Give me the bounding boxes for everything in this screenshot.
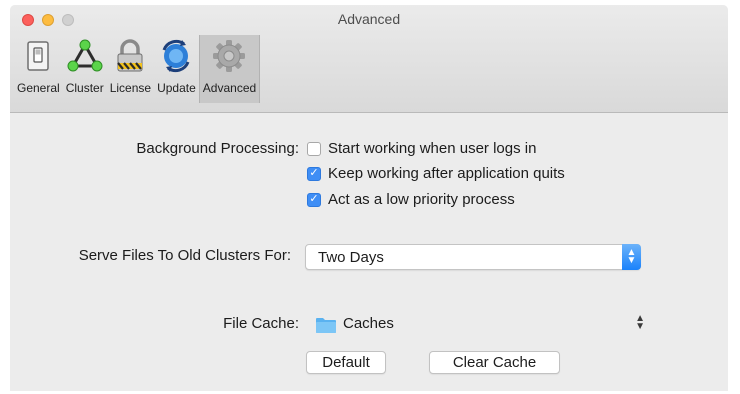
tab-general[interactable]: General bbox=[14, 35, 63, 103]
serve-files-popup[interactable]: Two Days ▲ ▼ bbox=[305, 244, 641, 270]
start-on-login-checkbox[interactable] bbox=[307, 141, 321, 156]
low-priority-checkbox[interactable]: ✓ bbox=[307, 192, 321, 207]
tab-cluster[interactable]: Cluster bbox=[63, 35, 107, 103]
tab-license-label: License bbox=[109, 81, 152, 95]
popup-arrows-icon: ▲ ▼ bbox=[622, 244, 641, 270]
tab-advanced-label: Advanced bbox=[202, 81, 257, 95]
preferences-toolbar: General Cluster License Update Advanced bbox=[14, 35, 261, 107]
file-cache-label: File Cache: bbox=[223, 315, 299, 332]
default-button[interactable]: Default bbox=[306, 351, 386, 374]
file-cache-path-popup[interactable]: Caches ▲ ▼ bbox=[313, 314, 645, 336]
chevron-updown-icon: ▲ ▼ bbox=[635, 313, 645, 332]
keep-working-option[interactable]: ✓ Keep working after application quits bbox=[307, 165, 565, 182]
globe-refresh-icon bbox=[157, 37, 195, 75]
folder-icon bbox=[315, 316, 337, 339]
tab-general-label: General bbox=[17, 81, 60, 95]
tab-advanced[interactable]: Advanced bbox=[198, 35, 261, 103]
serve-files-label: Serve Files To Old Clusters For: bbox=[78, 247, 291, 264]
keep-working-checkbox[interactable]: ✓ bbox=[307, 166, 321, 181]
start-on-login-option[interactable]: Start working when user logs in bbox=[307, 140, 536, 157]
low-priority-label: Act as a low priority process bbox=[328, 191, 515, 208]
switch-icon bbox=[19, 37, 57, 75]
cluster-icon bbox=[66, 37, 104, 75]
start-on-login-label: Start working when user logs in bbox=[328, 140, 537, 157]
serve-files-value: Two Days bbox=[318, 249, 384, 266]
file-cache-folder-name: Caches bbox=[343, 315, 394, 332]
tab-update-label: Update bbox=[157, 81, 196, 95]
title-bar: Advanced General Cluster License Update … bbox=[10, 5, 728, 113]
tab-cluster-label: Cluster bbox=[65, 81, 104, 95]
advanced-pane: Background Processing: Start working whe… bbox=[10, 113, 728, 391]
tab-update[interactable]: Update bbox=[154, 35, 199, 103]
keep-working-label: Keep working after application quits bbox=[328, 165, 565, 182]
tab-license[interactable]: License bbox=[107, 35, 154, 103]
preferences-window: Advanced General Cluster License Update … bbox=[10, 5, 728, 391]
background-processing-label: Background Processing: bbox=[136, 140, 299, 157]
low-priority-option[interactable]: ✓ Act as a low priority process bbox=[307, 191, 515, 208]
clear-cache-button[interactable]: Clear Cache bbox=[429, 351, 560, 374]
padlock-icon bbox=[111, 37, 149, 75]
window-title: Advanced bbox=[337, 11, 401, 27]
gear-icon bbox=[210, 37, 248, 75]
